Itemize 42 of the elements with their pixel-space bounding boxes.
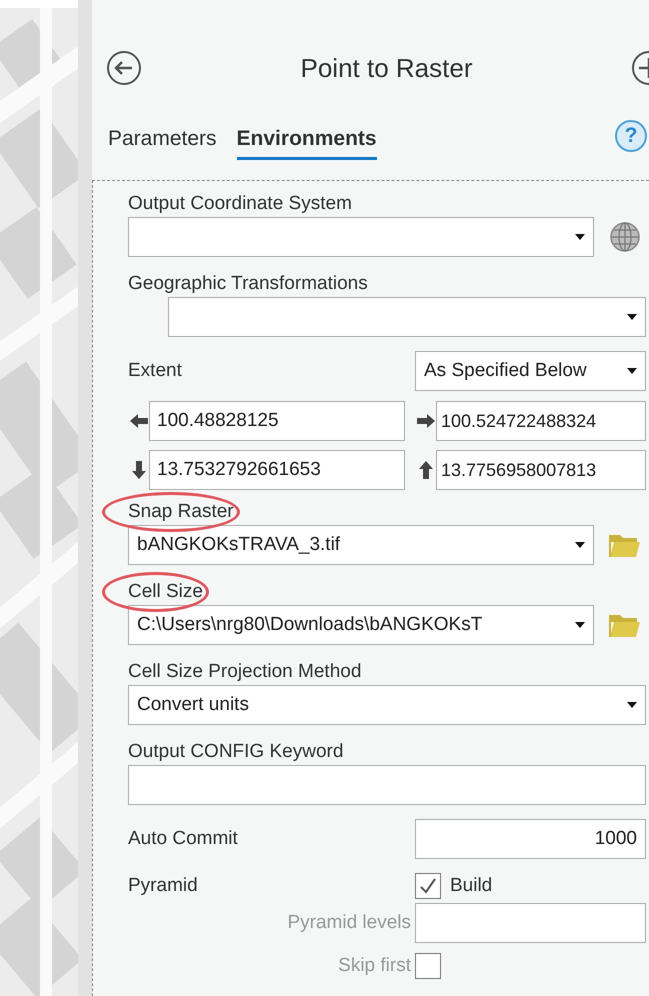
input-field[interactable] xyxy=(128,765,646,805)
field-label: Pyramid levels xyxy=(287,912,411,934)
caret-icon xyxy=(575,542,585,548)
field-label: Output Coordinate System xyxy=(128,193,352,215)
dropdown[interactable]: bANGKOKsTRAVA_3.tif xyxy=(128,525,594,565)
field-label: Geographic Transformations xyxy=(128,273,368,295)
tool-title: Point to Raster xyxy=(300,52,474,84)
caret-icon xyxy=(627,314,637,320)
checkmark-icon xyxy=(418,876,438,896)
tab[interactable]: Environments xyxy=(236,127,377,160)
folder-icon[interactable] xyxy=(609,612,641,638)
input-field[interactable]: 1000 xyxy=(415,819,646,859)
field-label: Pyramid xyxy=(128,875,198,897)
input-field[interactable]: 13.7756958007813 xyxy=(436,450,646,490)
field-label: Cell Size Projection Method xyxy=(128,661,362,683)
caret-icon xyxy=(627,702,637,708)
field-label: Output CONFIG Keyword xyxy=(128,741,344,763)
dropdown[interactable]: C:\Users\nrg80\Downloads\bANGKOKsT xyxy=(128,605,594,645)
caret-icon xyxy=(575,622,585,628)
input-field[interactable]: 13.7532792661653 xyxy=(149,450,405,490)
dropdown[interactable] xyxy=(168,297,646,337)
field-label: Auto Commit xyxy=(128,828,238,850)
caret-icon xyxy=(575,234,585,240)
folder-icon[interactable] xyxy=(609,532,641,558)
dropdown[interactable]: As Specified Below xyxy=(415,351,646,391)
checkbox[interactable] xyxy=(415,873,441,899)
checkbox-label: Build xyxy=(450,875,492,897)
checkbox-label: Skip first xyxy=(338,955,411,977)
down-arrow-icon xyxy=(130,461,148,479)
input-field[interactable] xyxy=(415,903,646,943)
field-label: Extent xyxy=(128,360,182,382)
dropdown[interactable]: Convert units xyxy=(128,685,646,725)
left-arrow-icon xyxy=(130,413,148,429)
tab[interactable]: Parameters xyxy=(108,127,217,160)
dropdown[interactable] xyxy=(128,217,594,257)
input-field[interactable]: 100.48828125 xyxy=(149,401,405,441)
globe-icon[interactable] xyxy=(609,221,641,253)
input-field[interactable]: 100.524722488324 xyxy=(436,401,646,441)
caret-icon xyxy=(627,368,637,374)
up-arrow-icon xyxy=(417,461,435,479)
back-icon[interactable] xyxy=(106,50,142,86)
right-arrow-icon xyxy=(417,413,435,429)
